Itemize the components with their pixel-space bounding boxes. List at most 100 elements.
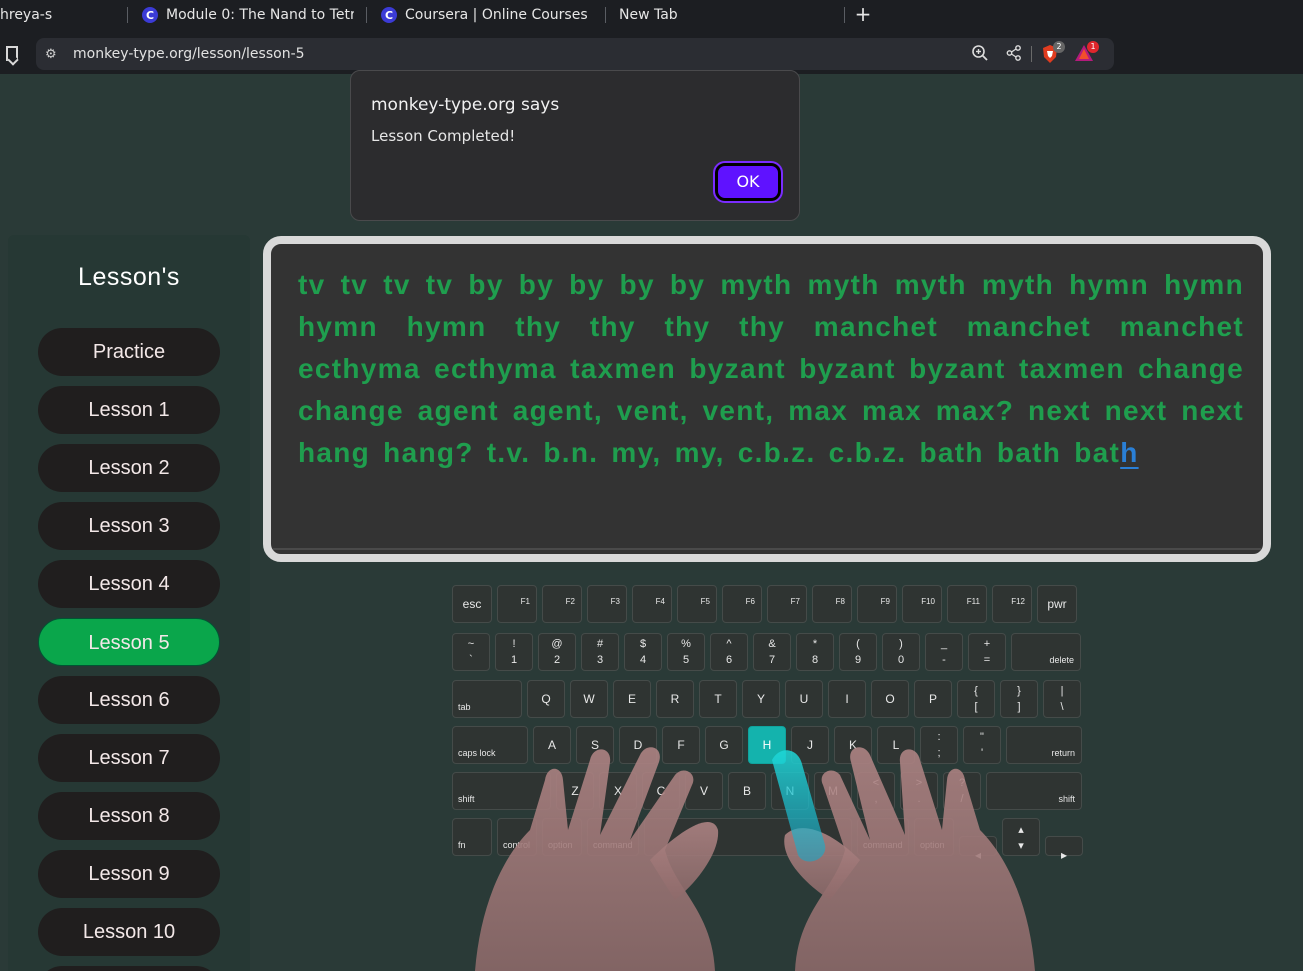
key-caps-lock: caps lock [452,726,528,764]
key-label: . [917,793,921,805]
key-label: ~ [467,638,475,650]
key-control: control [497,818,537,856]
sidebar-item-lesson-3[interactable]: Lesson 3 [38,502,220,550]
key-: | \ [1043,680,1081,718]
key-1: ! 1 [495,633,533,671]
brave-shield-icon[interactable]: 2 [1040,41,1065,64]
key-f: F [662,726,700,764]
key-label: 0 [897,654,905,666]
brave-rewards-icon[interactable]: 1 [1074,41,1099,64]
browser-tab[interactable]: C Module 0: The Nand to Tetri [142,0,354,30]
coursera-favicon-icon: C [142,7,158,23]
key-label: N [785,784,795,798]
tab-title: hreya-s [0,7,53,23]
sidebar-item-practice[interactable]: Practice [38,328,220,376]
key-j: J [791,726,829,764]
browser-toolbar: ⚙ monkey-type.org/lesson/lesson-5 2 1 [0,34,1303,74]
browser-tab[interactable]: hreya-s [0,0,126,30]
dialog-message: Lesson Completed! [371,127,516,145]
key-label: U [799,692,809,706]
ok-button[interactable]: OK [713,161,783,203]
key-label: F9 [880,597,890,606]
key-: {[ [957,680,995,718]
key-u: U [785,680,823,718]
key-label: shift [1058,794,1075,804]
key-delete: delete [1011,633,1081,671]
key-q: Q [527,680,565,718]
key-label: ( [856,638,860,650]
key-label: } [1017,685,1021,697]
key-h-highlighted: H [748,726,786,764]
key-label: Z [571,784,579,798]
key-4: $4 [624,633,662,671]
sidebar-item-lesson-5[interactable]: Lesson 5 [38,618,220,666]
key-label: * [812,638,818,650]
zoom-icon[interactable] [970,44,990,64]
sidebar-item-lesson-4[interactable]: Lesson 4 [38,560,220,608]
key-pwr: pwr [1037,585,1077,623]
key-label: ◂ [974,848,982,862]
key-label: F3 [610,597,620,606]
key-shift: shift [452,772,551,810]
key-label: shift [458,794,475,804]
key-label: S [590,738,599,752]
typing-baseline [273,548,1261,550]
key-label: F8 [835,597,845,606]
tab-divider [366,7,367,23]
key-option: option [542,818,582,856]
key-label: \ [1060,701,1064,713]
tab-divider [844,7,845,23]
tab-title: Coursera | Online Courses Fr [405,7,593,23]
address-bar[interactable]: ⚙ monkey-type.org/lesson/lesson-5 2 1 [36,38,1114,70]
current-character: h [1120,437,1139,468]
key-i: I [828,680,866,718]
bookmark-icon[interactable] [6,46,18,61]
key-label: V [699,784,708,798]
key-label: option [548,840,573,850]
site-info-icon[interactable]: ⚙ [45,47,57,62]
sidebar-item-lesson-9[interactable]: Lesson 9 [38,850,220,898]
key-d: D [619,726,657,764]
key-label: 6 [725,654,733,666]
sidebar-item-lesson-6[interactable]: Lesson 6 [38,676,220,724]
sidebar-item-lesson-8[interactable]: Lesson 8 [38,792,220,840]
key-command: command [857,818,909,856]
sidebar-item-lesson-11[interactable] [38,966,220,971]
key-label: pwr [1047,597,1067,611]
key-label: F6 [745,597,755,606]
key-f1: F1 [497,585,537,623]
key-v: V [685,772,723,810]
key-space [644,818,852,856]
browser-tab[interactable]: New Tab [619,0,839,30]
key-label: F5 [700,597,710,606]
key-f8: F8 [812,585,852,623]
browser-tab[interactable]: C Coursera | Online Courses Fr [381,0,593,30]
key-: ~ ` [452,633,490,671]
share-icon[interactable] [1004,44,1024,64]
key-label: , [874,793,878,805]
sidebar-item-lesson-10[interactable]: Lesson 10 [38,908,220,956]
url-text[interactable]: monkey-type.org/lesson/lesson-5 [73,46,305,62]
sidebar-item-lesson-2[interactable]: Lesson 2 [38,444,220,492]
key-label: F11 [966,597,980,606]
key-w: W [570,680,608,718]
dialog-title: monkey-type.org says [371,95,560,115]
key-esc: esc [452,585,492,623]
key-label: A [547,738,556,752]
key-label: O [885,692,895,706]
tab-title: New Tab [619,7,678,23]
key-label: F10 [921,597,935,606]
key-label: ▾ [1018,840,1024,852]
key-f11: F11 [947,585,987,623]
sidebar-item-lesson-7[interactable]: Lesson 7 [38,734,220,782]
key-: <, [857,772,895,810]
new-tab-button[interactable]: + [854,4,872,24]
sidebar-item-lesson-1[interactable]: Lesson 1 [38,386,220,434]
tab-title: Module 0: The Nand to Tetri [166,7,354,23]
key-label: F [677,738,685,752]
key-0: ) 0 [882,633,920,671]
key-label: ] [1017,701,1021,713]
key-shift: shift [986,772,1082,810]
key-label: G [719,738,729,752]
typing-area[interactable]: tv tv tv tv by by by by by myth myth myt… [263,236,1271,562]
